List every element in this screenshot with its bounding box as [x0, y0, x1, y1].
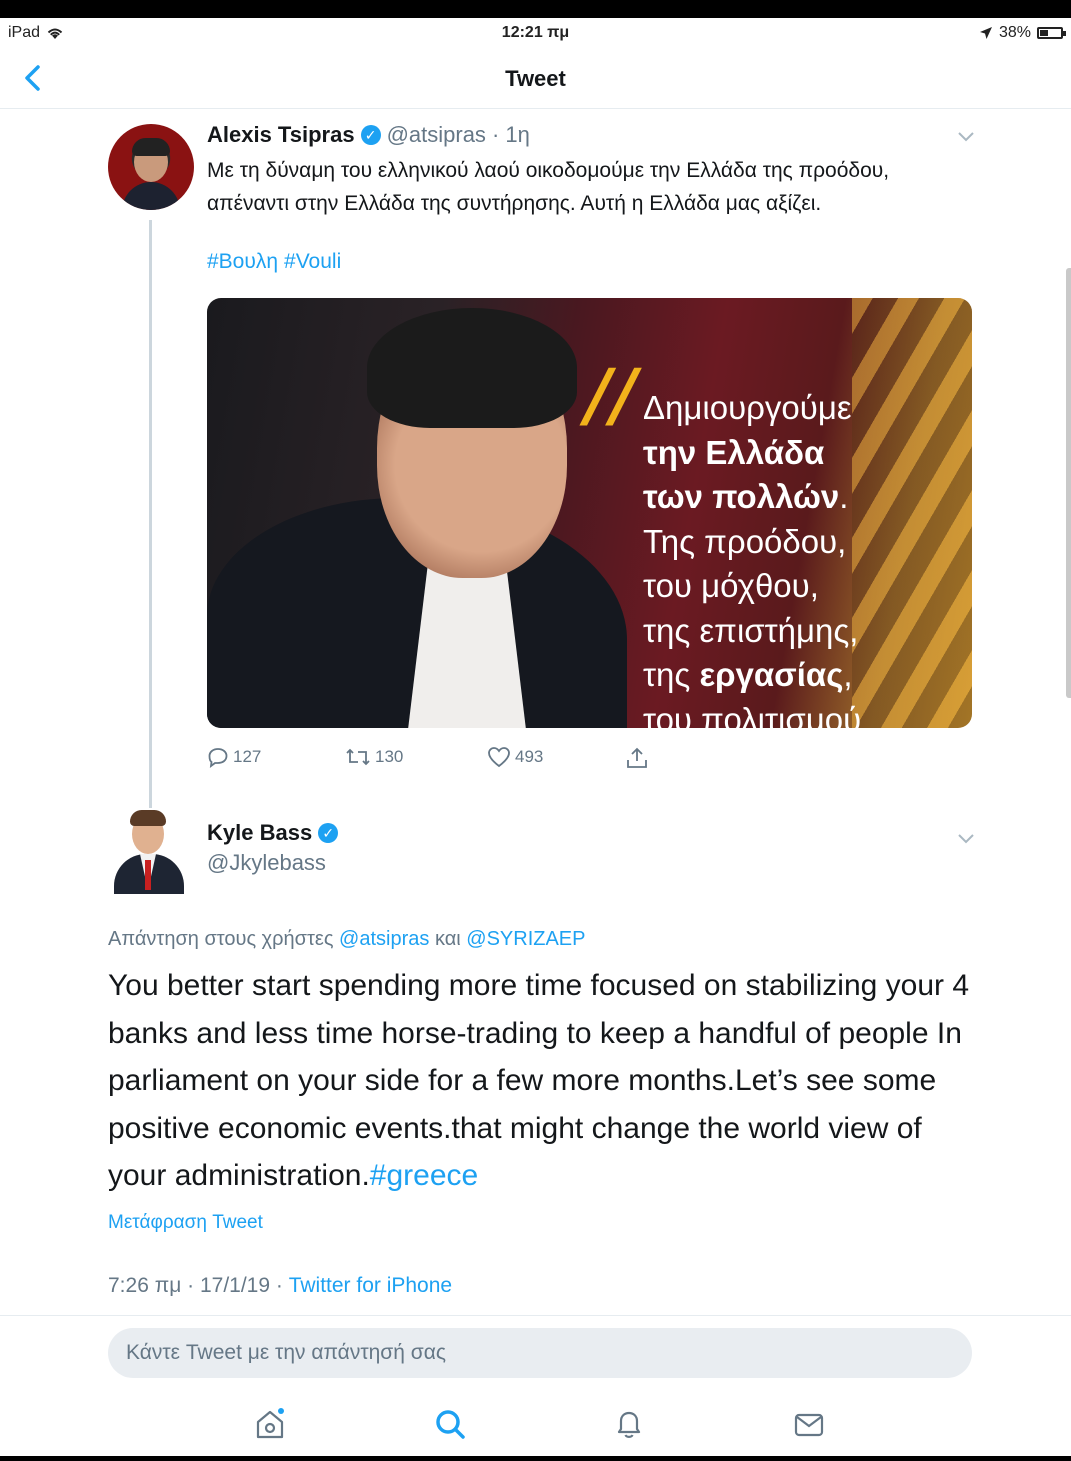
reply-icon [208, 748, 228, 768]
compose-reply-bar: Κάντε Tweet με την απάντησή σας [0, 1316, 1071, 1394]
replying-prefix: Απάντηση στους χρήστες [108, 928, 340, 950]
avatar-tsipras[interactable] [108, 124, 194, 210]
author-name[interactable]: Alexis Tsipras [207, 122, 355, 148]
tweet-age: · 1η [491, 122, 530, 147]
quote-mark-icon: // [585, 353, 637, 436]
source-link[interactable]: Twitter for iPhone [289, 1274, 452, 1297]
quote-line-bold: εργασίας [699, 656, 844, 693]
reply-author-row: Kyle Bass ✓ [207, 820, 339, 846]
thread-connector-line [149, 220, 152, 885]
search-icon [436, 1410, 465, 1439]
chevron-down-icon[interactable] [956, 126, 976, 146]
share-icon [627, 747, 647, 768]
reply-input[interactable]: Κάντε Tweet με την απάντησή σας [108, 1328, 972, 1378]
status-right: 38% [979, 24, 1066, 42]
verified-badge-icon: ✓ [318, 823, 339, 843]
hashtag-link[interactable]: #Βουλη [207, 250, 278, 273]
quote-line-comma: , [843, 656, 853, 693]
tweet-meta: 7:26 πμ · 17/1/19 · Twitter for iPhone [108, 1274, 452, 1298]
tab-bar [0, 1394, 1071, 1456]
reply-input-placeholder: Κάντε Tweet με την απάντησή σας [126, 1341, 446, 1364]
reply-text: You better start spending more time focu… [108, 962, 988, 1200]
retweet-button[interactable]: 130 [345, 746, 403, 768]
battery-percent: 38% [998, 24, 1031, 41]
translate-tweet-link[interactable]: Μετάφραση Tweet [108, 1212, 263, 1234]
avatar-kyle-bass[interactable] [108, 808, 188, 894]
navigation-bar: Tweet [0, 48, 1071, 109]
tweet-header: Alexis Tsipras ✓ @atsipras · 1η [207, 122, 530, 148]
hashtag-link[interactable]: #Vouli [284, 250, 341, 273]
notifications-icon [617, 1411, 641, 1438]
quote-line-dot: . [839, 478, 849, 515]
like-count: 493 [515, 747, 544, 766]
messages-icon [794, 1413, 824, 1437]
like-button[interactable]: 493 [487, 746, 543, 768]
quote-line: την Ελλάδα [643, 433, 825, 471]
reply-author-handle[interactable]: @Jkylebass [207, 850, 326, 876]
media-quote-text: Δημιουργούμε την Ελλάδα των πολλών. Της … [643, 386, 861, 728]
quote-line: των πολλών [643, 478, 840, 515]
hashtag-link[interactable]: #greece [370, 1159, 478, 1192]
home-icon [256, 1408, 284, 1439]
retweet-icon [346, 748, 370, 766]
quote-line: της επιστήμης, [643, 611, 859, 649]
timestamp: 7:26 πμ · 17/1/19 · [108, 1274, 289, 1297]
tweet-hashtags: #Βουλη #Vouli [207, 250, 347, 274]
quote-line: του πολιτισμού [643, 700, 862, 729]
page-title: Tweet [505, 66, 566, 91]
bottom-black-border [0, 1456, 1071, 1461]
chevron-down-icon[interactable] [956, 828, 976, 848]
reply-body: You better start spending more time focu… [108, 969, 970, 1192]
tab-messages[interactable] [789, 1404, 829, 1444]
mention-link[interactable]: @SYRIZAEP [466, 928, 585, 950]
replying-join: και [429, 928, 467, 950]
quote-line: Της προόδου, [643, 522, 847, 560]
original-tweet[interactable]: Alexis Tsipras ✓ @atsipras · 1η Με τη δύ… [0, 110, 1071, 885]
status-bar: iPad 12:21 πμ 38% [0, 18, 1071, 48]
location-arrow-icon [979, 27, 992, 39]
heart-icon [488, 747, 510, 768]
quote-line: της [643, 656, 700, 693]
top-black-border [0, 0, 1071, 18]
tweet-text: Με τη δύναμη του ελληνικού λαού οικοδομο… [207, 159, 890, 215]
reply-author-name[interactable]: Kyle Bass [207, 820, 312, 846]
mention-link[interactable]: @atsipras [339, 928, 429, 950]
tab-home[interactable] [250, 1404, 290, 1444]
retweet-count: 130 [375, 747, 404, 766]
quote-line: του μόχθου, [643, 567, 819, 604]
replying-to: Απάντηση στους χρήστες @atsipras και @SY… [108, 928, 585, 951]
battery-icon [1037, 27, 1066, 39]
author-handle[interactable]: @atsipras [387, 122, 486, 148]
tab-search[interactable] [430, 1404, 470, 1444]
reply-button[interactable]: 127 [207, 746, 261, 768]
share-button[interactable] [625, 746, 649, 770]
verified-badge-icon: ✓ [360, 125, 381, 145]
quote-line: Δημιουργούμε [643, 389, 852, 426]
tweet-media-image[interactable]: // Δημιουργούμε την Ελλάδα των πολλών. Τ… [207, 298, 972, 728]
tab-notifications[interactable] [609, 1404, 649, 1444]
reply-count: 127 [233, 747, 262, 766]
status-time: 12:21 πμ [501, 24, 570, 41]
reply-tweet[interactable]: Kyle Bass ✓ @Jkylebass Απάντηση στους χρ… [0, 800, 1071, 1316]
